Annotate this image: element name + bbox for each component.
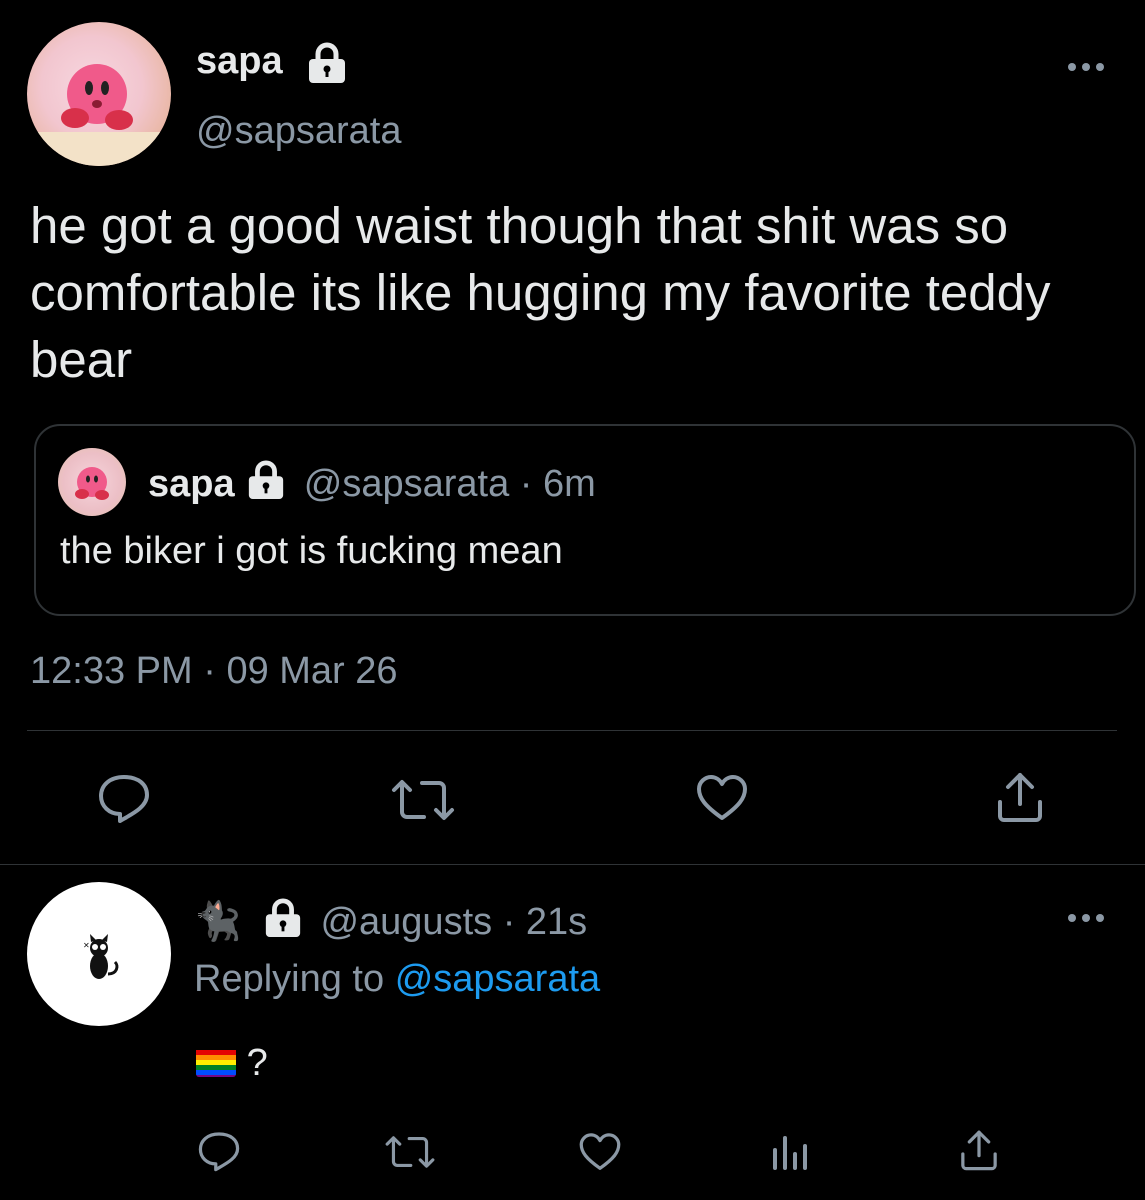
reply-handle[interactable]: @augusts	[320, 901, 492, 943]
more-options-icon[interactable]	[1066, 911, 1106, 930]
like-icon[interactable]	[695, 774, 749, 822]
tweet-time[interactable]: 12:33 PM	[30, 650, 193, 692]
tweet-date[interactable]: 09 Mar 26	[226, 650, 397, 692]
divider	[0, 864, 1145, 865]
separator: ·	[519, 463, 533, 505]
quoted-tweet[interactable]: sapa @sapsarata · 6m the biker i got is …	[34, 424, 1136, 616]
display-name[interactable]: sapa	[196, 40, 283, 83]
reply-timestamp[interactable]: 21s	[526, 901, 587, 943]
reply-icon[interactable]	[196, 1130, 242, 1172]
handle[interactable]: @sapsarata	[196, 110, 401, 153]
lock-icon	[305, 42, 349, 89]
replying-to-label: Replying to	[194, 958, 385, 1000]
lock-icon	[245, 460, 287, 510]
tweet-text: he got a good waist though that shit was…	[30, 197, 1051, 388]
share-icon[interactable]	[958, 1128, 1000, 1172]
reply-text: ?	[246, 1042, 268, 1084]
lock-icon	[262, 898, 304, 948]
svg-text:✕: ✕	[83, 941, 90, 950]
share-icon[interactable]	[994, 770, 1046, 824]
quoted-display-name: sapa	[148, 463, 235, 505]
retweet-icon[interactable]	[390, 778, 456, 822]
separator: ·	[502, 901, 516, 943]
rainbow-flag-icon	[196, 1047, 236, 1077]
more-options-icon[interactable]	[1066, 60, 1106, 79]
quoted-timestamp: 6m	[543, 463, 596, 505]
replying-to-handle[interactable]: @sapsarata	[395, 958, 600, 1000]
avatar[interactable]	[27, 22, 171, 166]
retweet-icon[interactable]	[384, 1134, 436, 1170]
separator: ·	[203, 650, 216, 692]
quoted-avatar	[58, 448, 126, 516]
kirby-avatar-image	[37, 64, 161, 166]
like-icon[interactable]	[578, 1132, 622, 1172]
black-cat-avatar-image: ✕	[83, 934, 119, 979]
quoted-handle: @sapsarata	[303, 463, 510, 505]
reply-display-name[interactable]: 🐈‍⬛	[194, 901, 241, 943]
reply-icon[interactable]	[96, 772, 152, 824]
reply-avatar[interactable]: ✕	[27, 882, 171, 1026]
divider	[27, 730, 1117, 731]
analytics-icon[interactable]	[770, 1132, 810, 1172]
kirby-avatar-image	[75, 467, 109, 500]
quoted-text: the biker i got is fucking mean	[60, 530, 563, 572]
